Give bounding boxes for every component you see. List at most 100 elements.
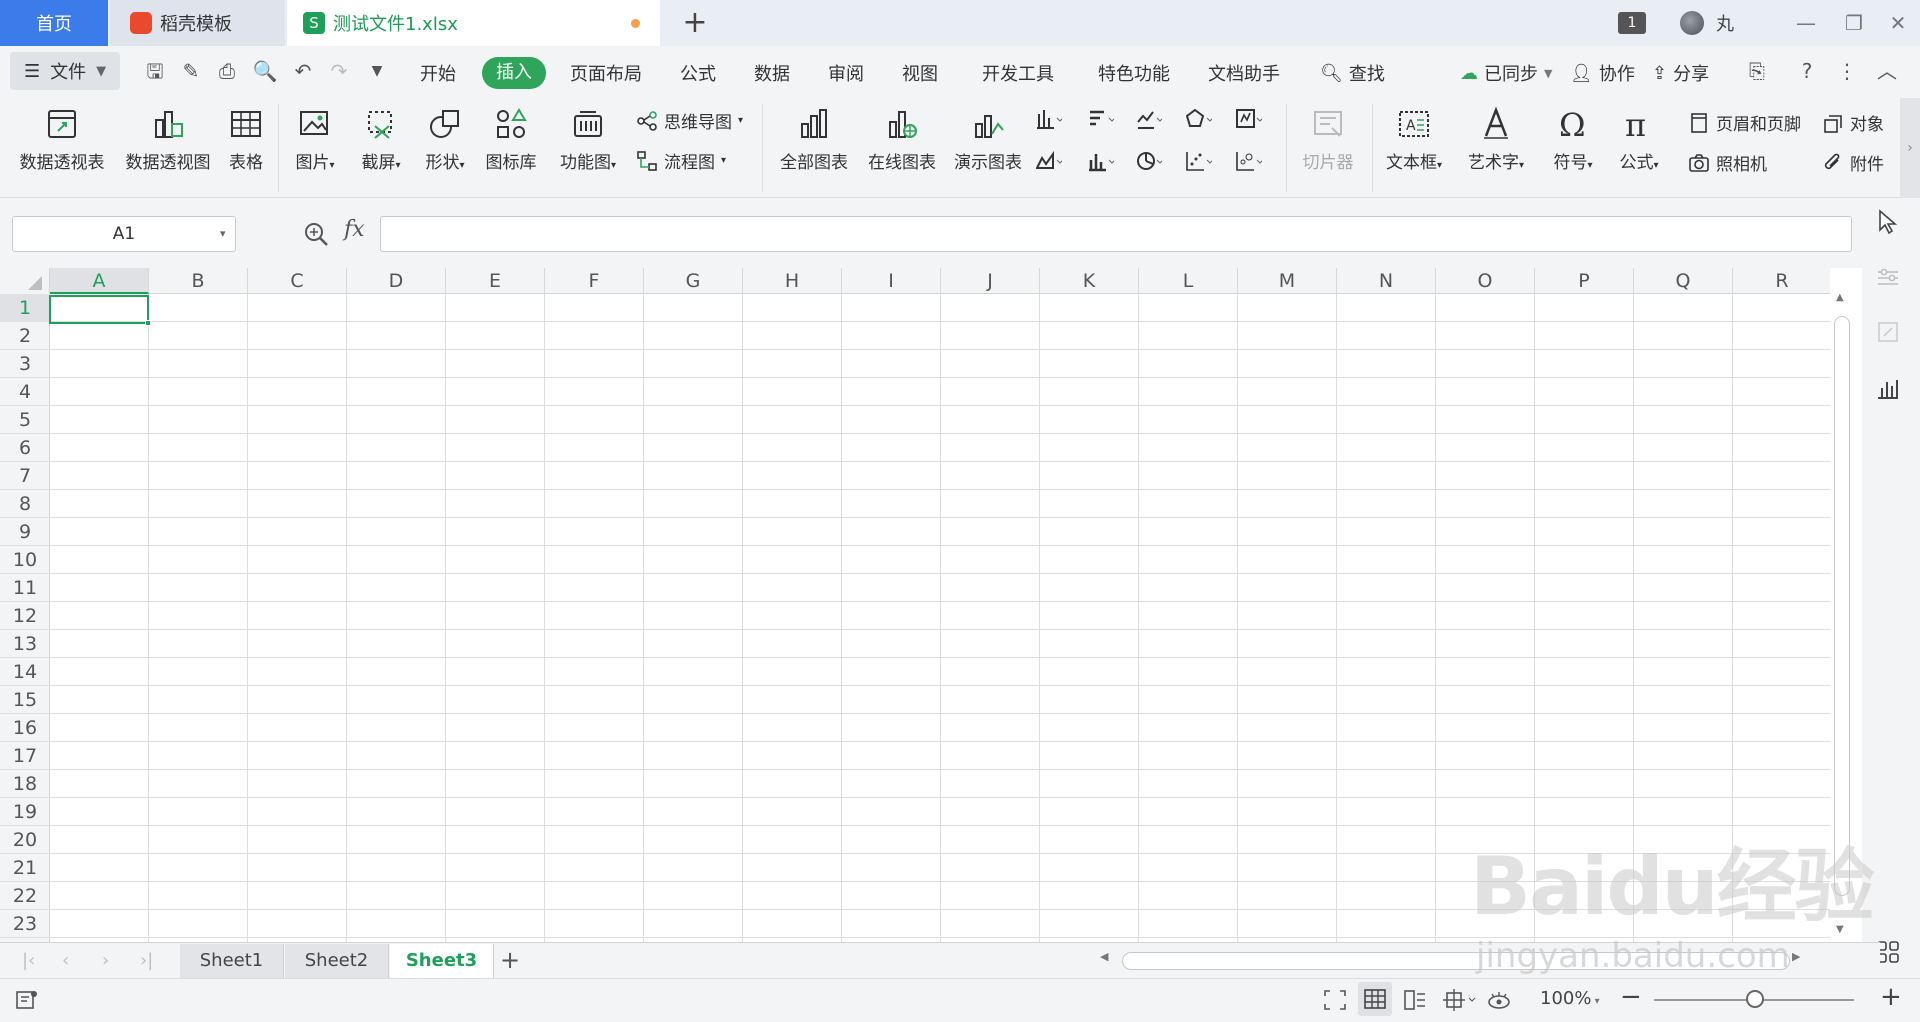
row-header[interactable]: 7: [0, 462, 50, 490]
column-header[interactable]: R: [1733, 268, 1830, 294]
zoom-in-button[interactable]: +: [1880, 982, 1902, 1012]
table-button[interactable]: 表格: [222, 98, 270, 173]
slicer-button[interactable]: 切片器: [1292, 98, 1364, 173]
column-header[interactable]: Q: [1634, 268, 1733, 294]
tab-current-file[interactable]: S 测试文件1.xlsx: [287, 0, 660, 46]
column-header[interactable]: K: [1040, 268, 1139, 294]
scatter-chart-icon[interactable]: [1186, 150, 1212, 172]
formula-input[interactable]: [380, 216, 1852, 252]
column-header[interactable]: N: [1337, 268, 1436, 294]
select-pointer-icon[interactable]: [1874, 208, 1902, 236]
flow-chart-button[interactable]: 流程图 ▾: [636, 148, 726, 173]
last-sheet-icon[interactable]: ›|: [140, 950, 153, 971]
row-header[interactable]: 17: [0, 742, 50, 770]
save-icon[interactable]: 🖫: [142, 58, 168, 84]
scroll-left-icon[interactable]: ◀: [1100, 950, 1108, 963]
row-header[interactable]: 15: [0, 686, 50, 714]
all-charts-button[interactable]: 全部图表: [774, 98, 854, 173]
object-button[interactable]: 对象: [1822, 110, 1884, 135]
pivot-table-button[interactable]: 数据透视表: [14, 98, 110, 173]
select-all-corner[interactable]: [0, 268, 50, 294]
row-header[interactable]: 23: [0, 910, 50, 938]
demo-chart-button[interactable]: 演示图表: [948, 98, 1028, 173]
restore-icon[interactable]: ❐: [1834, 8, 1874, 38]
menu-start[interactable]: 开始: [420, 60, 456, 86]
collaborate-button[interactable]: 👤︎ 协作: [1570, 60, 1635, 86]
sheet-tab-1[interactable]: Sheet1: [180, 944, 284, 978]
menu-special-features[interactable]: 特色功能: [1098, 60, 1170, 86]
column-header[interactable]: P: [1535, 268, 1634, 294]
sync-status-button[interactable]: ☁ 已同步 ▼: [1460, 60, 1552, 86]
row-header[interactable]: 12: [0, 602, 50, 630]
pivot-chart-button[interactable]: 数据透视图: [120, 98, 216, 173]
active-cell-outline[interactable]: [49, 295, 149, 324]
menu-data[interactable]: 数据: [754, 60, 790, 86]
undo-icon[interactable]: ↶: [290, 58, 316, 84]
symbol-button[interactable]: Ω 符号▾: [1542, 98, 1604, 173]
ribbon-scroll[interactable]: ›: [1900, 98, 1920, 198]
radar-chart-icon[interactable]: [1186, 108, 1212, 130]
combo-chart-icon[interactable]: [1088, 150, 1114, 172]
column-header[interactable]: O: [1436, 268, 1535, 294]
vertical-scroll-thumb[interactable]: [1834, 316, 1850, 896]
row-header[interactable]: 14: [0, 658, 50, 686]
row-header[interactable]: 20: [0, 826, 50, 854]
screenshot-button[interactable]: 截屏▾: [350, 98, 412, 173]
column-header[interactable]: G: [644, 268, 743, 294]
zoom-level[interactable]: 100% ▾: [1540, 988, 1600, 1009]
attachment-button[interactable]: 附件: [1822, 150, 1884, 175]
menu-formulas[interactable]: 公式: [680, 60, 716, 86]
add-sheet-button[interactable]: +: [500, 946, 520, 974]
icon-library-button[interactable]: 图标库: [480, 98, 542, 173]
pie-chart-icon[interactable]: [1136, 150, 1162, 172]
toolbar-toggle-icon[interactable]: ⎘: [1744, 58, 1770, 84]
collapse-ribbon-icon[interactable]: ︿: [1874, 58, 1900, 84]
menu-doc-assistant[interactable]: 文档助手: [1208, 60, 1280, 86]
text-box-button[interactable]: A 文本框▾: [1378, 98, 1450, 173]
column-header[interactable]: H: [743, 268, 842, 294]
menu-view[interactable]: 视图: [902, 60, 938, 86]
row-header[interactable]: 5: [0, 406, 50, 434]
mind-map-button[interactable]: 思维导图 ▾: [636, 108, 743, 133]
scroll-up-icon[interactable]: ▲: [1836, 292, 1844, 303]
share-button[interactable]: ⇪ 分享: [1652, 60, 1709, 86]
row-header[interactable]: 18: [0, 770, 50, 798]
tab-home[interactable]: 首页: [0, 0, 108, 46]
insert-function-icon[interactable]: fx: [344, 217, 365, 242]
menu-insert[interactable]: 插入: [482, 57, 546, 89]
row-header[interactable]: 9: [0, 518, 50, 546]
zoom-out-button[interactable]: −: [1620, 982, 1642, 1012]
row-header[interactable]: 3: [0, 350, 50, 378]
eye-protection-icon[interactable]: [1486, 988, 1512, 1012]
row-header[interactable]: 10: [0, 546, 50, 574]
more-icon[interactable]: ⋮: [1834, 58, 1860, 84]
column-chart-icon[interactable]: [1036, 108, 1062, 130]
format-painter-icon[interactable]: ✎: [178, 58, 204, 84]
avatar[interactable]: [1680, 11, 1704, 35]
zoom-slider-knob[interactable]: [1746, 990, 1764, 1008]
camera-button[interactable]: 照相机: [1688, 150, 1767, 175]
row-header[interactable]: 4: [0, 378, 50, 406]
quick-access-dropdown-icon[interactable]: ▼: [364, 58, 390, 84]
minimize-icon[interactable]: —: [1786, 8, 1826, 38]
name-box-dropdown-icon[interactable]: ▾: [220, 216, 226, 252]
name-box[interactable]: A1: [12, 216, 236, 252]
help-icon[interactable]: ?: [1794, 58, 1820, 84]
zoom-search-icon[interactable]: [302, 220, 330, 248]
row-header[interactable]: 16: [0, 714, 50, 742]
page-break-view-icon[interactable]: [1402, 988, 1428, 1012]
column-header[interactable]: J: [941, 268, 1040, 294]
macro-record-icon[interactable]: [14, 988, 40, 1012]
transform-icon[interactable]: [1874, 318, 1902, 346]
column-header[interactable]: I: [842, 268, 941, 294]
search-button[interactable]: 🔍︎ 查找: [1320, 60, 1385, 86]
shape-button[interactable]: 形状▾: [414, 98, 476, 173]
stock-chart-icon[interactable]: [1236, 108, 1262, 130]
bar-chart-icon[interactable]: [1088, 108, 1114, 130]
menu-review[interactable]: 审阅: [828, 60, 864, 86]
redo-icon[interactable]: ↷: [326, 58, 352, 84]
column-header[interactable]: C: [248, 268, 347, 294]
row-header[interactable]: 11: [0, 574, 50, 602]
column-header[interactable]: A: [50, 268, 149, 294]
sheet-tab-2[interactable]: Sheet2: [285, 944, 389, 978]
